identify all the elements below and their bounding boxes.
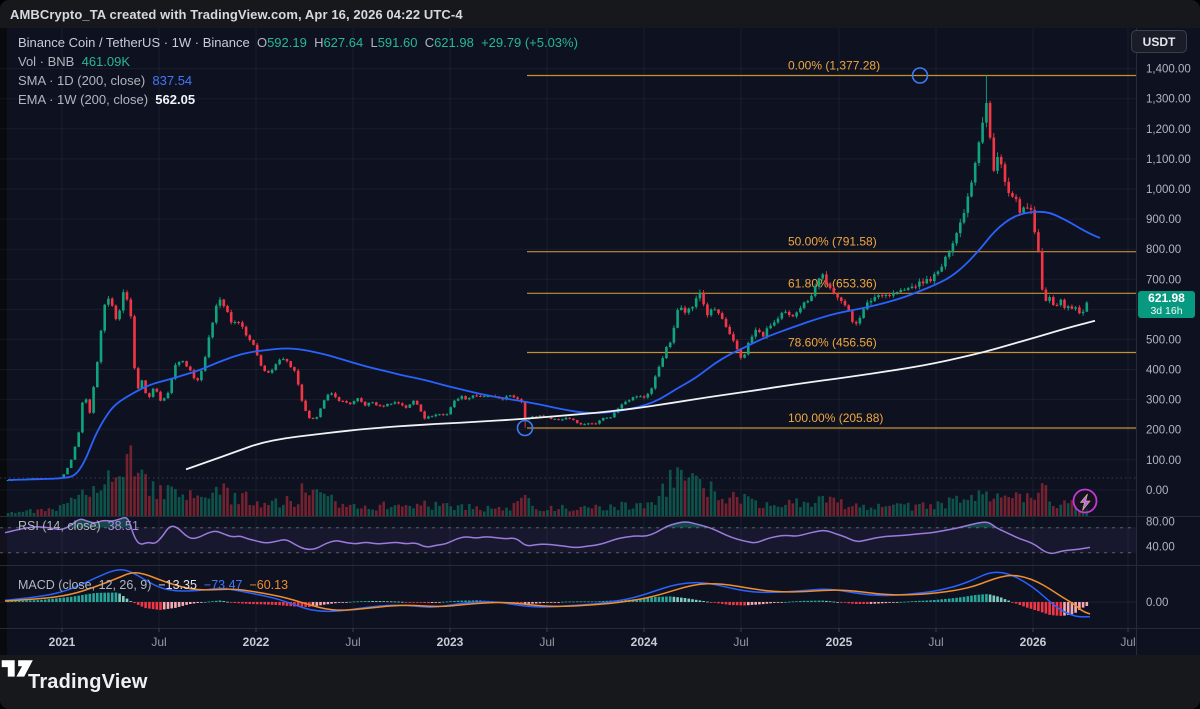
svg-text:0.00: 0.00 — [1146, 597, 1168, 609]
ema-value: 562.05 — [155, 92, 195, 107]
svg-text:2024: 2024 — [631, 635, 658, 649]
svg-text:200.00: 200.00 — [1146, 425, 1181, 437]
rsi-value: 38.51 — [108, 519, 139, 533]
last-price-value: 621.98 — [1148, 292, 1185, 305]
svg-text:2023: 2023 — [437, 635, 464, 649]
close-value: 621.98 — [434, 35, 474, 50]
symbol-title[interactable]: Binance Coin / TetherUS · 1W · Binance — [18, 35, 250, 50]
change-value: +29.79 (+5.03%) — [481, 35, 578, 50]
svg-text:Jul: Jul — [539, 635, 554, 649]
sma-value: 837.54 — [152, 73, 192, 88]
svg-text:500.00: 500.00 — [1146, 334, 1181, 346]
attribution-text: AMBCrypto_TA created with TradingView.co… — [10, 7, 463, 22]
macd-label[interactable]: MACD (close, 12, 26, 9) — [18, 578, 151, 592]
svg-text:2026: 2026 — [1020, 635, 1047, 649]
svg-text:80.00: 80.00 — [1146, 517, 1175, 529]
ema-line[interactable] — [186, 321, 1095, 470]
ema-label[interactable]: EMA · 1W (200, close) — [18, 92, 148, 107]
svg-text:400.00: 400.00 — [1146, 365, 1181, 377]
low-label: L — [370, 35, 377, 50]
svg-text:50.00% (791.58): 50.00% (791.58) — [788, 235, 877, 249]
currency-toggle-button[interactable]: USDT — [1131, 30, 1187, 53]
close-label: C — [425, 35, 434, 50]
svg-text:300.00: 300.00 — [1146, 395, 1181, 407]
boost-icon[interactable] — [1074, 490, 1097, 513]
open-value: 592.19 — [267, 35, 307, 50]
svg-text:900.00: 900.00 — [1146, 214, 1181, 226]
svg-text:100.00% (205.88): 100.00% (205.88) — [788, 411, 883, 425]
svg-text:1,300.00: 1,300.00 — [1146, 94, 1191, 106]
svg-text:2022: 2022 — [243, 635, 270, 649]
svg-text:800.00: 800.00 — [1146, 244, 1181, 256]
svg-text:700.00: 700.00 — [1146, 274, 1181, 286]
volume-value: 461.09K — [82, 54, 130, 69]
svg-text:Jul: Jul — [733, 635, 748, 649]
svg-text:0.00% (1,377.28): 0.00% (1,377.28) — [788, 59, 880, 73]
svg-text:1,400.00: 1,400.00 — [1146, 64, 1191, 76]
svg-text:Jul: Jul — [928, 635, 943, 649]
high-value: 627.64 — [323, 35, 363, 50]
macd-legend: MACD (close, 12, 26, 9) −13.35 −73.47 −6… — [18, 578, 288, 592]
svg-text:1,100.00: 1,100.00 — [1146, 154, 1191, 166]
watermark-bar: TradingView — [0, 655, 1200, 709]
svg-text:1,200.00: 1,200.00 — [1146, 124, 1191, 136]
tradingview-chart-window: 0.00% (1,377.28) 50.00% (791.58) 61.80% (6… — [0, 0, 1200, 709]
rsi-legend: RSI (14, close) 38.51 — [18, 519, 139, 533]
symbol-legend: Binance Coin / TetherUS · 1W · Binance O… — [18, 33, 578, 109]
tradingview-logo-icon — [0, 655, 38, 681]
svg-text:1,000.00: 1,000.00 — [1146, 184, 1191, 196]
svg-text:2025: 2025 — [826, 635, 853, 649]
macd-hist-value: −13.35 — [158, 578, 197, 592]
svg-text:Jul: Jul — [1120, 635, 1135, 649]
low-value: 591.60 — [378, 35, 418, 50]
volume-label[interactable]: Vol · BNB — [18, 54, 74, 69]
svg-text:Jul: Jul — [345, 635, 360, 649]
svg-text:40.00: 40.00 — [1146, 542, 1175, 554]
time-axis[interactable]: 2021 Jul 2022 Jul 2023 Jul 2024 Jul 2025 Jul 2026 J… — [49, 628, 1136, 649]
fib-retracement[interactable]: 0.00% (1,377.28) 50.00% (791.58) 61.80% (6… — [527, 59, 1136, 429]
macd-line-value: −73.47 — [204, 578, 243, 592]
open-label: O — [257, 35, 267, 50]
macd-signal-value: −60.13 — [249, 578, 288, 592]
last-price-badge: 621.98 3d 16h — [1138, 291, 1195, 318]
tradingview-logo[interactable]: TradingView — [28, 671, 148, 694]
price-axis[interactable]: 1,400.00 1,300.00 1,200.00 1,100.00 1,000.00… — [1146, 64, 1191, 609]
svg-text:Jul: Jul — [151, 635, 166, 649]
rsi-band — [0, 528, 1136, 553]
svg-text:78.60% (456.56): 78.60% (456.56) — [788, 336, 877, 350]
svg-text:2021: 2021 — [49, 635, 76, 649]
bar-countdown: 3d 16h — [1150, 305, 1182, 318]
svg-text:0.00: 0.00 — [1146, 485, 1168, 497]
rsi-label[interactable]: RSI (14, close) — [18, 519, 101, 533]
attribution-bar: AMBCrypto_TA created with TradingView.co… — [0, 0, 1200, 28]
sma-label[interactable]: SMA · 1D (200, close) — [18, 73, 145, 88]
svg-text:61.80% (653.36): 61.80% (653.36) — [788, 276, 877, 290]
tradingview-logo-text: TradingView — [28, 671, 148, 694]
svg-text:100.00: 100.00 — [1146, 455, 1181, 467]
